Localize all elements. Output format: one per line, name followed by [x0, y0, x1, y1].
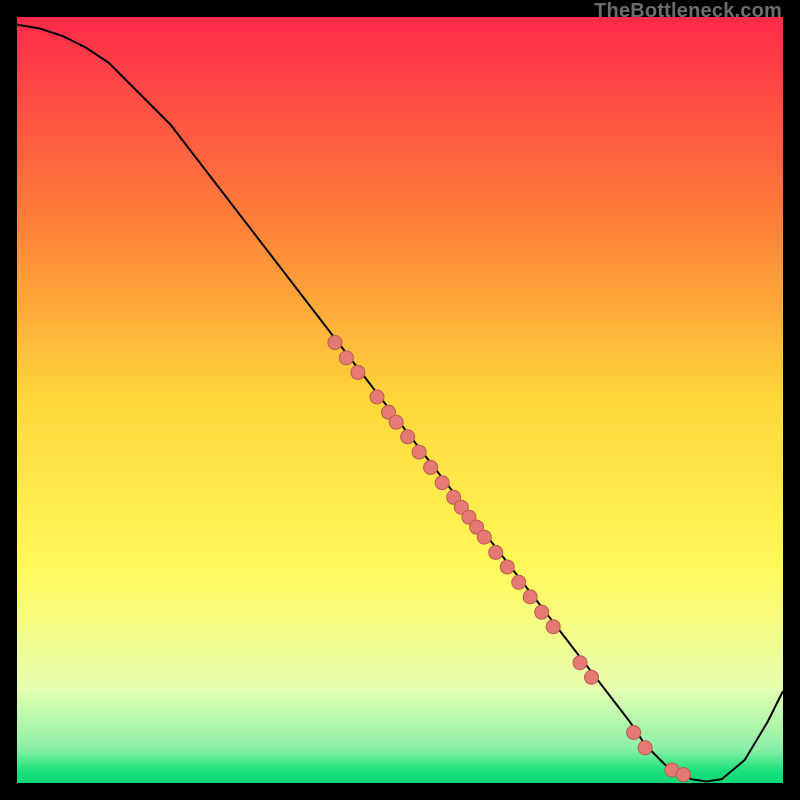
sample-point — [424, 460, 438, 474]
sample-point — [500, 560, 514, 574]
sample-point — [638, 741, 652, 755]
sample-point — [512, 575, 526, 589]
sample-point — [339, 351, 353, 365]
sample-point — [370, 390, 384, 404]
sample-point — [546, 620, 560, 634]
sample-point — [627, 725, 641, 739]
sample-point — [477, 530, 491, 544]
sample-point — [489, 545, 503, 559]
sample-point — [328, 336, 342, 350]
sample-point — [523, 590, 537, 604]
sample-point — [351, 365, 365, 379]
plot-area — [17, 17, 783, 783]
sample-point — [535, 605, 549, 619]
sample-point — [676, 768, 690, 782]
sample-point — [412, 445, 426, 459]
watermark: TheBottleneck.com — [594, 0, 782, 22]
sample-point — [573, 656, 587, 670]
sample-point — [401, 430, 415, 444]
chart-stage: TheBottleneck.com — [0, 0, 800, 800]
sample-point — [435, 476, 449, 490]
sample-point — [389, 415, 403, 429]
sample-point — [585, 670, 599, 684]
chart-svg — [17, 17, 783, 783]
heat-background — [17, 17, 783, 783]
